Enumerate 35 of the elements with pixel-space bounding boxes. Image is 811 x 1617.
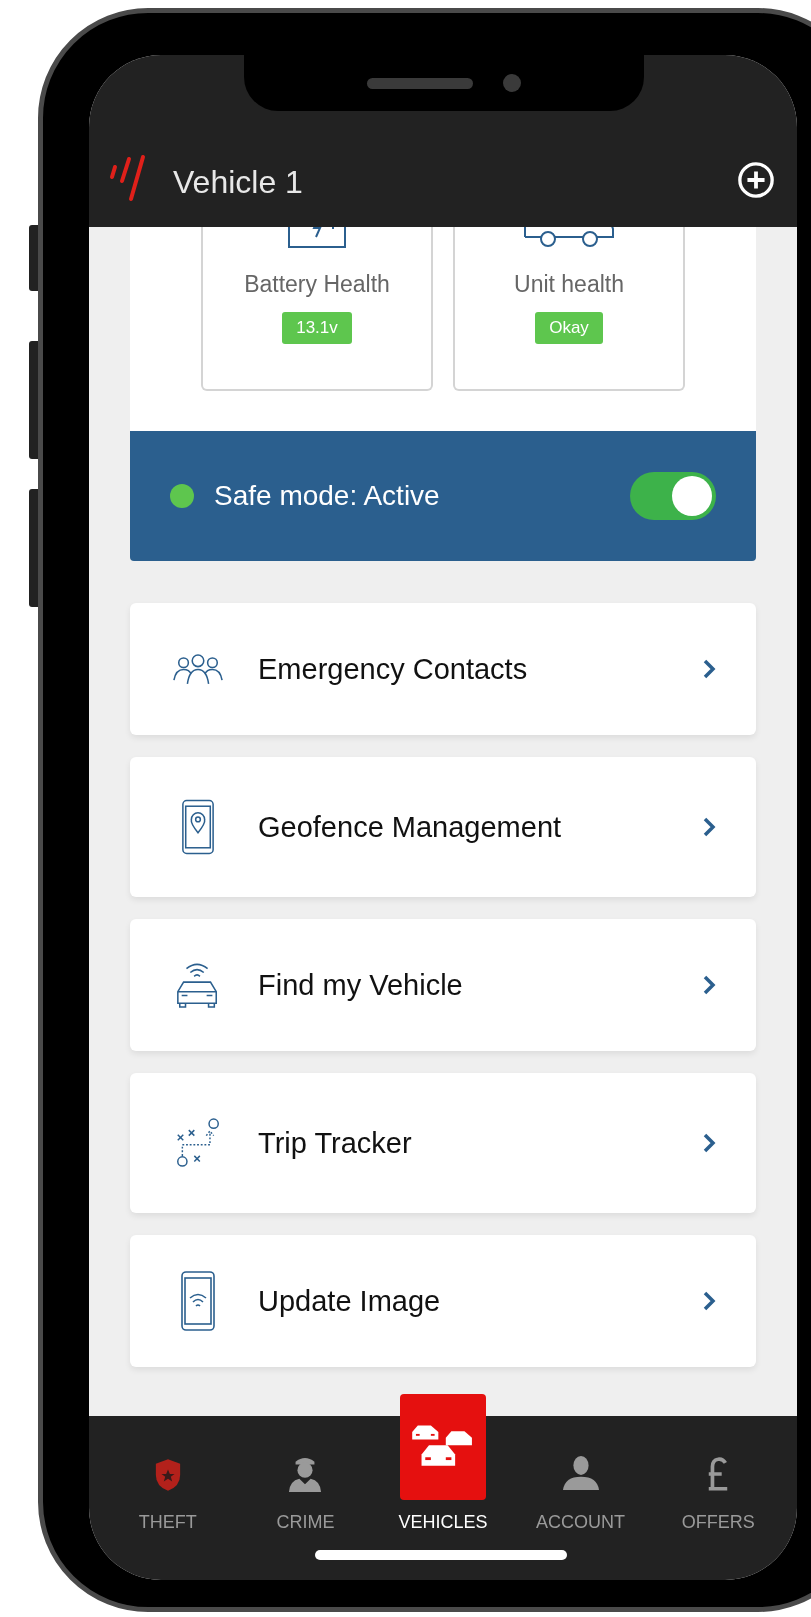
police-badge-icon <box>153 1458 182 1492</box>
menu-item[interactable]: Trip Tracker <box>130 1073 756 1213</box>
menu-item[interactable]: Find my Vehicle <box>130 919 756 1051</box>
vehicle-title: Vehicle 1 <box>173 164 304 201</box>
menu-item[interactable]: Emergency Contacts <box>130 603 756 735</box>
menu-label: Find my Vehicle <box>258 968 464 1002</box>
phone-pin-icon <box>181 797 215 857</box>
chevron-right-icon <box>702 658 716 680</box>
nav-tab[interactable]: VEHICLES <box>383 1394 503 1580</box>
route-icon <box>175 1116 221 1170</box>
chevron-right-icon <box>702 974 716 996</box>
chevron-right-icon <box>702 816 716 838</box>
nav-tab[interactable]: THEFT <box>107 1394 228 1580</box>
chevron-right-icon <box>702 1290 716 1312</box>
nav-tab[interactable]: ACCOUNT <box>520 1394 641 1580</box>
people-icon <box>172 652 224 686</box>
chevron-right-icon <box>702 1132 716 1154</box>
menu-label: Geofence Management <box>258 810 563 844</box>
menu-item[interactable]: Update Image <box>130 1235 756 1367</box>
safe-mode-label: Safe mode: Active <box>214 480 441 512</box>
nav-tab[interactable]: OFFERS <box>658 1394 779 1580</box>
phone-wifi-icon <box>180 1270 216 1332</box>
menu-item[interactable]: Geofence Management <box>130 757 756 897</box>
status-badge: Okay <box>535 312 603 344</box>
logo-icon <box>107 153 147 203</box>
status-label: Unit health <box>514 271 624 298</box>
status-badge: 13.1v <box>282 312 352 344</box>
menu-label: Update Image <box>258 1284 442 1318</box>
menu-label: Trip Tracker <box>258 1126 413 1160</box>
status-label: Battery Health <box>244 271 390 298</box>
nav-tab[interactable]: CRIME <box>245 1394 366 1580</box>
menu-label: Emergency Contacts <box>258 652 529 686</box>
person-icon <box>561 1454 600 1492</box>
safe-mode-toggle[interactable] <box>630 472 716 520</box>
add-icon[interactable] <box>737 161 775 199</box>
